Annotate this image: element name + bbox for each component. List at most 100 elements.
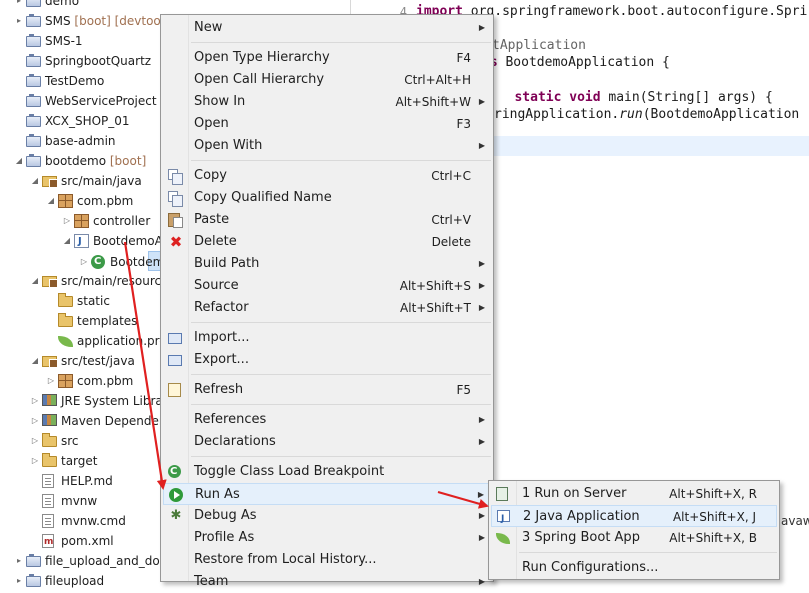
tree-twisty-icon[interactable]: ◢	[14, 151, 24, 171]
folder-icon	[42, 433, 57, 447]
menu-item-label: Copy Qualified Name	[194, 190, 332, 205]
menu-item-open-with[interactable]: Open With ▶	[163, 135, 491, 157]
tree-item-label: HELP.md	[61, 474, 113, 488]
menu-item-label: Profile As	[194, 530, 255, 545]
run-as-submenu: 1 Run on Server Alt+Shift+X, R 2 Java Appl…	[488, 480, 780, 580]
menu-item-shortcut: Alt+Shift+T	[400, 301, 471, 315]
menu-item-label: Run Configurations...	[522, 560, 659, 575]
menu-item-label: References	[194, 412, 267, 427]
menu-item-run-as[interactable]: Run As ▶	[163, 483, 491, 505]
menu-item-toggle-class-load-breakpoint[interactable]: Toggle Class Load Breakpoint	[163, 461, 491, 483]
menu-item-open-type-hierarchy[interactable]: Open Type Hierarchy F4	[163, 47, 491, 69]
tree-twisty-icon[interactable]: ▸	[14, 11, 24, 31]
menu-item-new[interactable]: New ▶	[163, 17, 491, 39]
folder-icon	[58, 293, 73, 307]
tree-twisty-icon[interactable]: ▷	[30, 411, 40, 431]
tree-item-label: BootdemoA	[93, 234, 163, 248]
project-icon	[26, 554, 41, 567]
tree-twisty-icon[interactable]: ▸	[14, 571, 24, 591]
menu-item-label: Open With	[194, 138, 263, 153]
menu-item-refactor[interactable]: Refactor Alt+Shift+T ▶	[163, 297, 491, 319]
menu-item-2-java-application[interactable]: 2 Java Application Alt+Shift+X, J	[491, 505, 777, 530]
tree-twisty-icon[interactable]: ◢	[30, 351, 40, 371]
menu-item-paste[interactable]: Paste Ctrl+V	[163, 209, 491, 231]
package-icon	[58, 374, 73, 388]
java-application-icon	[497, 508, 510, 530]
menu-item-label: Show In	[194, 94, 246, 109]
submenu-arrow-icon: ▶	[477, 490, 484, 499]
toggle-breakpoint-icon	[168, 461, 181, 483]
menu-item-build-path[interactable]: Build Path ▶	[163, 253, 491, 275]
menu-item-refresh[interactable]: Refresh F5	[163, 379, 491, 401]
menu-item-run-configurations[interactable]: Run Configurations...	[491, 557, 777, 579]
tree-item-label: TestDemo	[45, 74, 105, 88]
menu-item-export[interactable]: Export...	[163, 349, 491, 371]
menu-item-import[interactable]: Import...	[163, 327, 491, 349]
tree-twisty-icon[interactable]: ▷	[62, 211, 72, 231]
submenu-arrow-icon: ▶	[478, 303, 485, 312]
bottom-panel-tab[interactable]: avaw	[781, 514, 809, 528]
menu-item-label: New	[194, 20, 223, 35]
run-icon	[169, 488, 183, 502]
file-icon	[42, 474, 54, 488]
menu-item-label: Open Type Hierarchy	[194, 50, 330, 65]
submenu-arrow-icon: ▶	[478, 97, 485, 106]
project-icon	[26, 94, 41, 107]
menu-item-source[interactable]: Source Alt+Shift+S ▶	[163, 275, 491, 297]
menu-item-copy-qualified-name[interactable]: Copy Qualified Name	[163, 187, 491, 209]
tree-twisty-icon[interactable]: ▷	[79, 252, 89, 272]
submenu-arrow-icon: ▶	[478, 23, 485, 32]
tree-twisty-icon[interactable]: ▷	[30, 391, 40, 411]
menu-item-label: Refactor	[194, 300, 249, 315]
menu-item-3-spring-boot-app[interactable]: 3 Spring Boot App Alt+Shift+X, B	[491, 527, 777, 549]
tree-item-decoration: [boot] [devtoo	[74, 14, 161, 28]
tree-twisty-icon[interactable]: ◢	[30, 271, 40, 291]
code-text: ringApplication.run(BootdemoApplication	[494, 106, 800, 122]
menu-item-open[interactable]: Open F3	[163, 113, 491, 135]
menu-item-shortcut: Alt+Shift+W	[395, 95, 472, 109]
menu-item-profile-as[interactable]: Profile As ▶	[163, 527, 491, 549]
paste-icon	[168, 213, 183, 228]
tree-twisty-icon[interactable]: ◢	[30, 171, 40, 191]
menu-item-label: Export...	[194, 352, 249, 367]
tree-item-label: src/test/java	[61, 354, 135, 368]
tree-twisty-icon[interactable]: ▷	[30, 451, 40, 471]
menu-item-debug-as[interactable]: ✱ Debug As ▶	[163, 505, 491, 527]
tree-item-label: pom.xml	[61, 534, 114, 548]
xml-file-icon	[42, 532, 54, 552]
tree-twisty-icon[interactable]: ◢	[46, 191, 56, 211]
menu-item-label: 1 Run on Server	[522, 486, 627, 501]
menu-item-shortcut: Alt+Shift+X, B	[669, 531, 757, 545]
menu-item-open-call-hierarchy[interactable]: Open Call Hierarchy Ctrl+Alt+H	[163, 69, 491, 91]
import-icon	[168, 333, 182, 344]
tree-item[interactable]: ▸ demo	[0, 0, 350, 11]
debug-icon: ✱	[170, 508, 182, 523]
copy-icon	[168, 191, 183, 207]
menu-item-delete[interactable]: ✖ Delete Delete	[163, 231, 491, 253]
package-icon	[58, 194, 73, 208]
tree-twisty-icon[interactable]: ▸	[14, 551, 24, 571]
project-icon	[26, 74, 41, 87]
tree-twisty-icon[interactable]: ▷	[30, 431, 40, 451]
menu-item-show-in[interactable]: Show In Alt+Shift+W ▶	[163, 91, 491, 113]
menu-item-label: Toggle Class Load Breakpoint	[194, 464, 385, 479]
menu-item-1-run-on-server[interactable]: 1 Run on Server Alt+Shift+X, R	[491, 483, 777, 505]
tree-item-label: file_upload_and_dov	[45, 554, 167, 568]
menu-item-declarations[interactable]: Declarations ▶	[163, 431, 491, 453]
source-folder-icon	[42, 276, 58, 288]
tree-twisty-icon[interactable]: ▷	[46, 371, 56, 391]
menu-item-references[interactable]: References ▶	[163, 409, 491, 431]
menu-item-label: Delete	[194, 234, 237, 249]
menu-item-copy[interactable]: Copy Ctrl+C	[163, 165, 491, 187]
tree-item-label: mvnw.cmd	[61, 514, 126, 528]
menu-item-label: Open	[194, 116, 229, 131]
tree-item-label: templates	[77, 314, 138, 328]
menu-item-team[interactable]: Team ▶	[163, 571, 491, 593]
menu-item-shortcut: Alt+Shift+S	[399, 279, 471, 293]
tree-item-label: target	[61, 454, 98, 468]
tree-twisty-icon[interactable]: ◢	[62, 231, 72, 251]
menu-item-restore-from-local-history[interactable]: Restore from Local History...	[163, 549, 491, 571]
menu-separator	[191, 374, 491, 375]
tree-item-label: SpringbootQuartz	[45, 54, 152, 68]
tree-twisty-icon[interactable]: ▸	[14, 0, 24, 11]
